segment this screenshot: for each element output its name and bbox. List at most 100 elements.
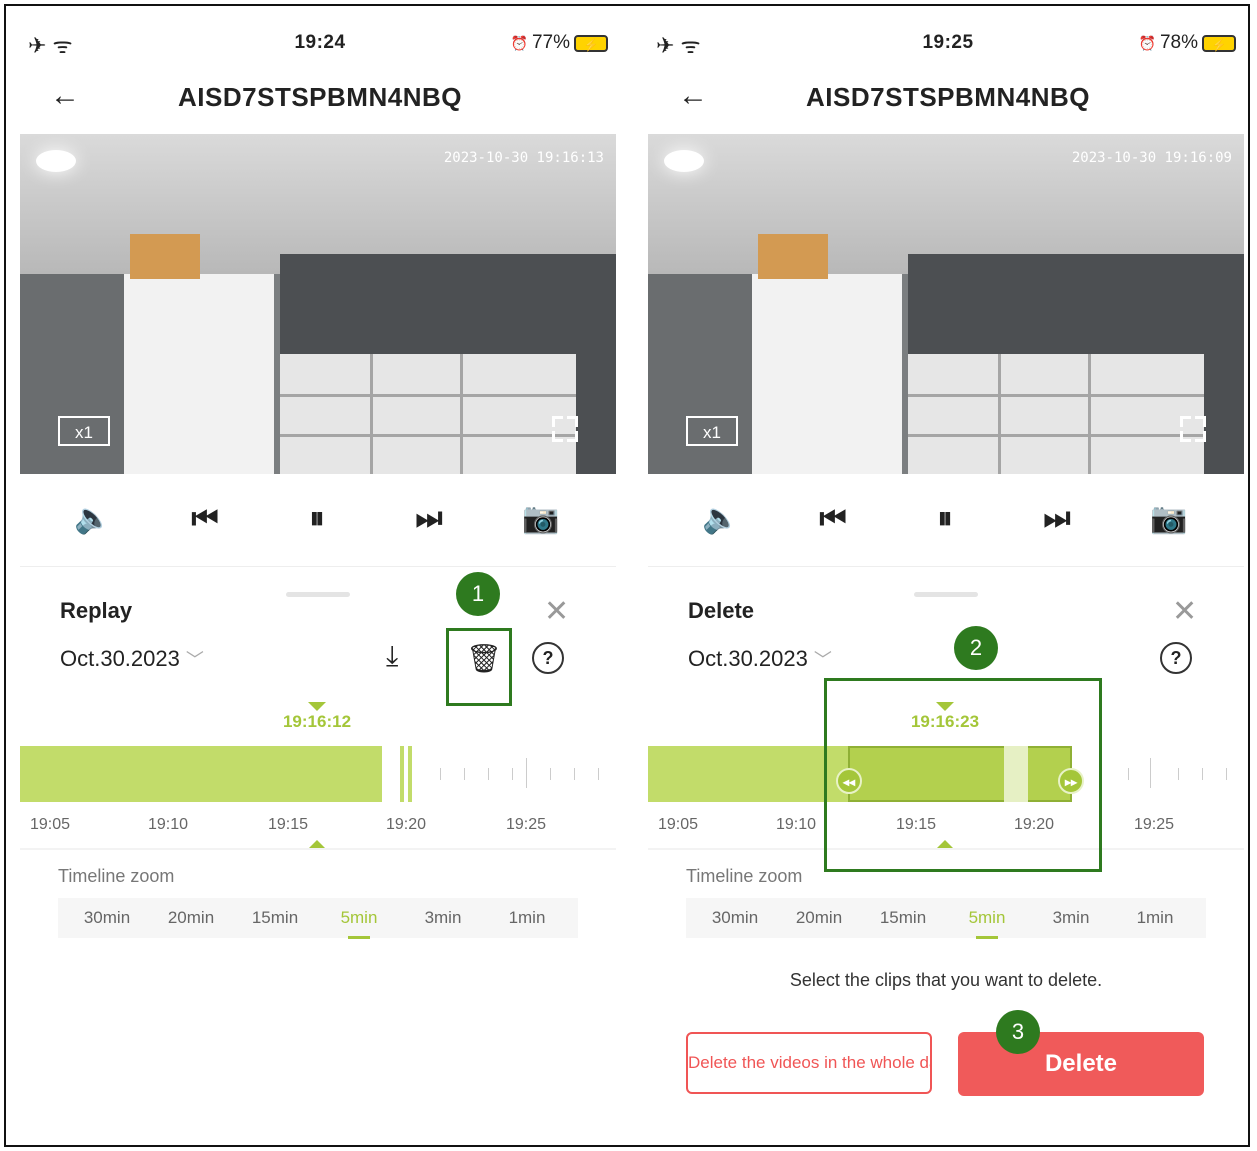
next-icon[interactable]: ⏭ bbox=[1032, 496, 1082, 542]
recorded-segment bbox=[400, 746, 404, 802]
video-timestamp: 2023-10-30 19:16:09 bbox=[1071, 150, 1232, 166]
previous-icon[interactable]: ⏮ bbox=[808, 496, 858, 542]
date-text: Oct.30.2023 bbox=[688, 646, 808, 671]
recorded-segment bbox=[408, 746, 412, 802]
delete-button[interactable]: Delete bbox=[958, 1032, 1204, 1096]
speaker-icon[interactable]: 🔈 bbox=[68, 496, 118, 542]
shelf bbox=[280, 354, 576, 474]
fullscreen-icon[interactable] bbox=[552, 416, 578, 442]
zoom-option-5min[interactable]: 5min bbox=[324, 908, 394, 928]
panel-title: Delete bbox=[688, 598, 755, 623]
zoom-option-30min[interactable]: 30min bbox=[72, 908, 142, 928]
zoom-option-1min[interactable]: 1min bbox=[492, 908, 562, 928]
white-cabinet bbox=[124, 274, 274, 474]
date-selector[interactable]: Oct.30.2023 ﹀ bbox=[60, 646, 204, 672]
tick bbox=[550, 768, 551, 780]
replay-screen: ✈ ᯤ 19:24 ⏰ 77% ⚡ ← AISD7STSPBMN4NBQ 2023-… bbox=[20, 6, 620, 1146]
close-icon[interactable]: ✕ bbox=[1172, 594, 1197, 629]
panel-title: Replay bbox=[60, 598, 133, 623]
next-icon[interactable]: ⏭ bbox=[404, 496, 454, 542]
alarm-icon: ⏰ bbox=[1138, 34, 1156, 51]
step-badge-2: 2 bbox=[954, 626, 998, 670]
alarm-icon: ⏰ bbox=[510, 34, 528, 51]
delete-whole-day-button[interactable]: Delete the videos in the whole day bbox=[686, 1032, 932, 1094]
tick bbox=[464, 768, 465, 780]
zoom-option-15min[interactable]: 15min bbox=[240, 908, 310, 928]
help-icon[interactable]: ? bbox=[1160, 642, 1192, 674]
tick bbox=[512, 768, 513, 780]
recorded-segment bbox=[648, 746, 848, 802]
camera-icon[interactable]: 📷 bbox=[516, 496, 566, 542]
nav-bar: ← AISD7STSPBMN4NBQ bbox=[648, 78, 1248, 118]
tick-label: 19:25 bbox=[505, 816, 547, 833]
tick-label: 19:05 bbox=[29, 816, 71, 833]
close-icon[interactable]: ✕ bbox=[544, 594, 569, 629]
tick bbox=[1226, 768, 1227, 780]
recorded-segment bbox=[20, 746, 382, 802]
battery-icon: ⚡ bbox=[1202, 34, 1236, 52]
nav-bar: ← AISD7STSPBMN4NBQ bbox=[20, 78, 620, 118]
playback-controls: 🔈 ⏮ ⏸ ⏭ 📷 bbox=[648, 496, 1244, 546]
playback-controls: 🔈 ⏮ ⏸ ⏭ 📷 bbox=[20, 496, 616, 546]
speaker-icon[interactable]: 🔈 bbox=[696, 496, 746, 542]
zoom-level-button[interactable]: x1 bbox=[686, 416, 738, 446]
zoom-option-30min[interactable]: 30min bbox=[700, 908, 770, 928]
ceiling-light bbox=[664, 150, 704, 172]
zoom-selected-indicator bbox=[976, 936, 998, 939]
sheet-grip[interactable] bbox=[914, 592, 978, 597]
status-bar: ✈ ᯤ 19:24 ⏰ 77% ⚡ bbox=[20, 30, 620, 60]
fullscreen-icon[interactable] bbox=[1180, 416, 1206, 442]
tick bbox=[574, 768, 575, 780]
delete-hint: Select the clips that you want to delete… bbox=[789, 970, 1103, 990]
help-icon[interactable]: ? bbox=[532, 642, 564, 674]
zoom-level-button[interactable]: x1 bbox=[58, 416, 110, 446]
zoom-option-15min[interactable]: 15min bbox=[868, 908, 938, 928]
chevron-down-icon: ﹀ bbox=[813, 650, 832, 670]
step-badge-3: 3 bbox=[996, 1010, 1040, 1054]
date-selector[interactable]: Oct.30.2023 ﹀ bbox=[688, 646, 832, 672]
video-player[interactable]: 2023-10-30 19:16:13 x1 bbox=[20, 134, 616, 474]
divider bbox=[20, 566, 616, 567]
zoom-title: Timeline zoom bbox=[58, 866, 175, 886]
zoom-option-3min[interactable]: 3min bbox=[408, 908, 478, 928]
cursor-time: 19:16:12 bbox=[282, 712, 352, 731]
tick bbox=[440, 768, 441, 780]
tick-label: 19:05 bbox=[657, 816, 699, 833]
white-cabinet bbox=[752, 274, 902, 474]
tick bbox=[1128, 768, 1129, 780]
ceiling-light bbox=[36, 150, 76, 172]
pause-icon[interactable]: ⏸ bbox=[920, 496, 970, 542]
zoom-option-1min[interactable]: 1min bbox=[1120, 908, 1190, 928]
previous-icon[interactable]: ⏮ bbox=[180, 496, 230, 542]
device-title: AISD7STSPBMN4NBQ bbox=[806, 82, 1090, 112]
cardboard-box bbox=[758, 234, 828, 279]
timeline-track[interactable] bbox=[20, 746, 616, 806]
tick bbox=[526, 758, 527, 788]
step-badge-1: 1 bbox=[456, 572, 500, 616]
battery-icon: ⚡ bbox=[574, 34, 608, 52]
tick-label: 19:10 bbox=[147, 816, 189, 833]
highlight-timeline bbox=[824, 678, 1102, 872]
zoom-option-20min[interactable]: 20min bbox=[784, 908, 854, 928]
tick-label: 19:20 bbox=[385, 816, 427, 833]
download-icon[interactable]: ⤓ bbox=[386, 640, 398, 673]
chevron-down-icon: ﹀ bbox=[185, 650, 204, 670]
zoom-options: 30min 20min 15min 5min 3min 1min bbox=[58, 898, 578, 939]
sheet-grip[interactable] bbox=[286, 592, 350, 597]
zoom-option-3min[interactable]: 3min bbox=[1036, 908, 1106, 928]
delete-screen: ✈ ᯤ 19:25 ⏰ 78% ⚡ ← AISD7STSPBMN4NBQ 2023-… bbox=[648, 6, 1248, 1146]
pause-icon[interactable]: ⏸ bbox=[292, 496, 342, 542]
battery-percent: 77% bbox=[531, 32, 570, 53]
zoom-title: Timeline zoom bbox=[686, 866, 803, 886]
zoom-option-5min[interactable]: 5min bbox=[952, 908, 1022, 928]
cursor-top-marker bbox=[308, 702, 326, 711]
timeline-divider bbox=[20, 848, 616, 850]
shelf bbox=[908, 354, 1204, 474]
tick bbox=[1150, 758, 1151, 788]
video-player[interactable]: 2023-10-30 19:16:09 x1 bbox=[648, 134, 1244, 474]
camera-icon[interactable]: 📷 bbox=[1144, 496, 1194, 542]
video-timestamp: 2023-10-30 19:16:13 bbox=[443, 150, 604, 166]
zoom-option-20min[interactable]: 20min bbox=[156, 908, 226, 928]
tick-label: 19:25 bbox=[1133, 816, 1175, 833]
cardboard-box bbox=[130, 234, 200, 279]
